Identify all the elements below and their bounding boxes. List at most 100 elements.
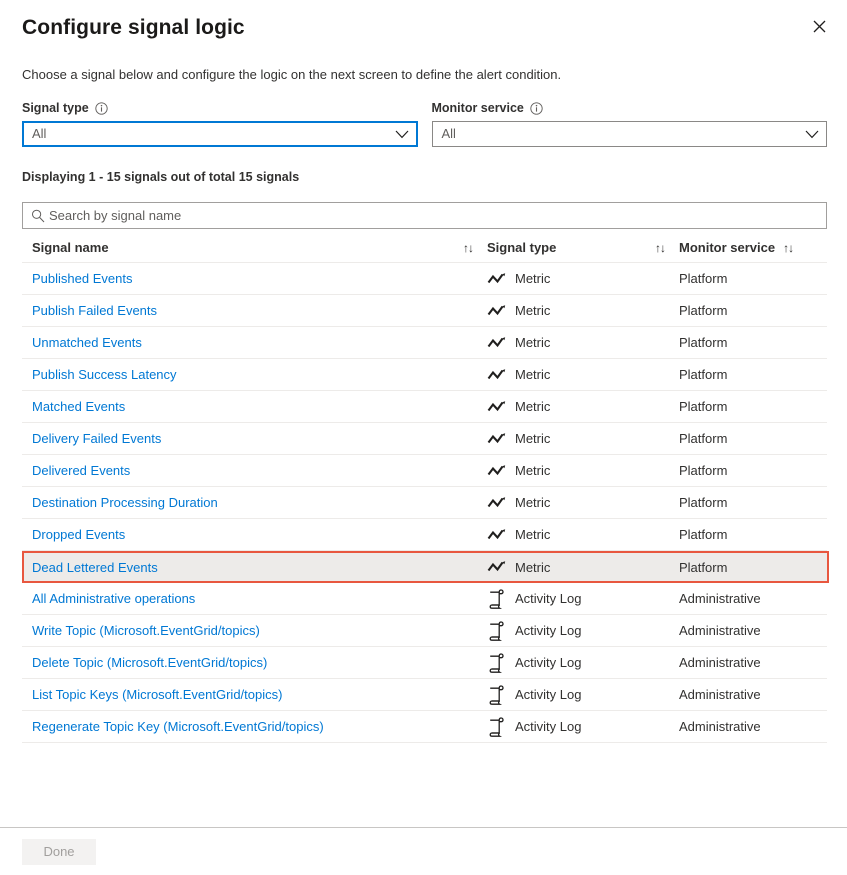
signal-type-label: Metric — [515, 399, 550, 414]
metric-line-chart-icon — [487, 400, 515, 414]
signal-type-label: Metric — [515, 560, 550, 575]
search-box[interactable] — [22, 202, 827, 229]
signals-table: Signal name ↑↓ Signal type ↑↓ Monitor se… — [22, 233, 827, 743]
done-button[interactable]: Done — [22, 839, 96, 865]
signal-type-cell: Metric — [487, 303, 679, 318]
table-row[interactable]: Destination Processing Duration Metric Pla… — [22, 487, 827, 519]
page-title: Configure signal logic — [22, 14, 827, 42]
sort-toggle-icon[interactable]: ↑↓ — [463, 242, 473, 254]
monitor-service-cell: Platform — [679, 560, 827, 575]
signal-name-link[interactable]: Delete Topic (Microsoft.EventGrid/topics… — [32, 655, 487, 670]
signal-type-cell: Metric — [487, 560, 679, 575]
table-row[interactable]: Published EventsMetricPlatform — [22, 263, 827, 295]
table-row[interactable]: Publish Success LatencyMetricPlatform — [22, 359, 827, 391]
signal-name-link[interactable]: Write Topic (Microsoft.EventGrid/topics) — [32, 623, 487, 638]
column-header-monitor-service[interactable]: Monitor service ↑↓ — [679, 240, 827, 255]
chevron-down-icon[interactable] — [798, 130, 826, 139]
intro-description: Choose a signal below and configure the … — [22, 66, 827, 84]
table-row[interactable]: Delivery Failed EventsMetricPlatform — [22, 423, 827, 455]
signal-type-cell: Activity Log — [487, 717, 679, 737]
blade-body: Choose a signal below and configure the … — [0, 66, 847, 743]
monitor-service-field: Monitor service All — [432, 100, 828, 147]
signal-name-link[interactable]: Dropped Events — [32, 527, 487, 542]
sort-toggle-icon[interactable]: ↑↓ — [783, 242, 793, 254]
search-input[interactable] — [49, 203, 826, 228]
metric-line-chart-icon — [487, 368, 515, 382]
signal-name-link[interactable]: All Administrative operations — [32, 591, 487, 606]
signal-name-link[interactable]: Unmatched Events — [32, 335, 487, 350]
monitor-service-cell: Platform — [679, 527, 827, 542]
signal-name-link[interactable]: Dead Lettered Events — [32, 560, 487, 575]
metric-line-chart-icon — [487, 528, 515, 542]
signal-type-label: Signal type — [22, 100, 89, 116]
monitor-service-cell: Platform — [679, 303, 827, 318]
monitor-service-cell: Platform — [679, 335, 827, 350]
column-header-signal-type[interactable]: Signal type ↑↓ — [487, 240, 679, 255]
sort-toggle-icon[interactable]: ↑↓ — [655, 242, 665, 254]
signal-type-cell: Metric — [487, 271, 679, 286]
monitor-service-cell: Administrative — [679, 687, 827, 702]
close-icon — [813, 20, 826, 33]
close-button[interactable] — [803, 10, 835, 42]
signal-name-link[interactable]: Regenerate Topic Key (Microsoft.EventGri… — [32, 719, 487, 734]
signal-name-link[interactable]: Publish Failed Events — [32, 303, 487, 318]
signal-type-label: Metric — [515, 527, 550, 542]
signal-type-cell: Metric — [487, 431, 679, 446]
signal-name-link[interactable]: List Topic Keys (Microsoft.EventGrid/top… — [32, 687, 487, 702]
signal-name-link[interactable]: Published Events — [32, 271, 487, 286]
chevron-down-icon[interactable] — [388, 130, 416, 139]
table-row[interactable]: All Administrative operations Activity Lo… — [22, 583, 827, 615]
monitor-service-cell: Administrative — [679, 655, 827, 670]
column-header-signal-name[interactable]: Signal name ↑↓ — [32, 240, 487, 255]
activity-log-scroll-icon — [487, 589, 515, 609]
table-row[interactable]: Publish Failed EventsMetricPlatform — [22, 295, 827, 327]
signal-type-select[interactable]: All — [22, 121, 418, 147]
info-icon[interactable] — [95, 102, 108, 115]
monitor-service-value: All — [433, 122, 799, 146]
table-row[interactable]: Unmatched Events Metric Platform — [22, 327, 827, 359]
signal-type-label: Metric — [515, 495, 550, 510]
metric-line-chart-icon — [487, 336, 515, 350]
table-body: Published EventsMetricPlatformPublish Fa… — [22, 263, 827, 743]
blade-header: Configure signal logic — [0, 0, 847, 42]
signal-name-link[interactable]: Matched Events — [32, 399, 487, 414]
signal-type-value: All — [24, 122, 388, 146]
info-icon[interactable] — [530, 102, 543, 115]
metric-line-chart-icon — [487, 496, 515, 510]
signal-type-label: Metric — [515, 335, 550, 350]
signal-type-cell: Metric — [487, 367, 679, 382]
table-header-row: Signal name ↑↓ Signal type ↑↓ Monitor se… — [22, 233, 827, 263]
signal-type-cell: Activity Log — [487, 653, 679, 673]
monitor-service-cell: Platform — [679, 495, 827, 510]
signal-name-link[interactable]: Publish Success Latency — [32, 367, 487, 382]
signal-name-link[interactable]: Delivered Events — [32, 463, 487, 478]
monitor-service-cell: Administrative — [679, 719, 827, 734]
signal-type-cell: Activity Log — [487, 621, 679, 641]
metric-line-chart-icon — [487, 272, 515, 286]
signal-type-label: Metric — [515, 431, 550, 446]
monitor-service-cell: Administrative — [679, 623, 827, 638]
table-row[interactable]: Dropped Events Metric Platform — [22, 519, 827, 551]
monitor-service-cell: Platform — [679, 399, 827, 414]
signal-name-link[interactable]: Destination Processing Duration — [32, 495, 487, 510]
table-row[interactable]: Matched Events Metric Platform — [22, 391, 827, 423]
signal-type-cell: Metric — [487, 495, 679, 510]
table-row[interactable]: Write Topic (Microsoft.EventGrid/topics)… — [22, 615, 827, 647]
table-row[interactable]: List Topic Keys (Microsoft.EventGrid/top… — [22, 679, 827, 711]
signal-type-cell: Metric — [487, 399, 679, 414]
signal-type-label: Activity Log — [515, 591, 581, 606]
table-row[interactable]: Dead Lettered Events Metric Platform — [22, 551, 827, 583]
signal-type-label: Activity Log — [515, 687, 581, 702]
signal-type-cell: Activity Log — [487, 685, 679, 705]
metric-line-chart-icon — [487, 464, 515, 478]
column-label: Signal type — [487, 240, 556, 255]
table-row[interactable]: Regenerate Topic Key (Microsoft.EventGri… — [22, 711, 827, 743]
monitor-service-select[interactable]: All — [432, 121, 828, 147]
metric-line-chart-icon — [487, 560, 515, 574]
column-label: Signal name — [32, 240, 109, 255]
signal-type-label: Activity Log — [515, 623, 581, 638]
table-row[interactable]: Delete Topic (Microsoft.EventGrid/topics… — [22, 647, 827, 679]
signal-name-link[interactable]: Delivery Failed Events — [32, 431, 487, 446]
table-row[interactable]: Delivered EventsMetricPlatform — [22, 455, 827, 487]
signal-type-label: Metric — [515, 463, 550, 478]
